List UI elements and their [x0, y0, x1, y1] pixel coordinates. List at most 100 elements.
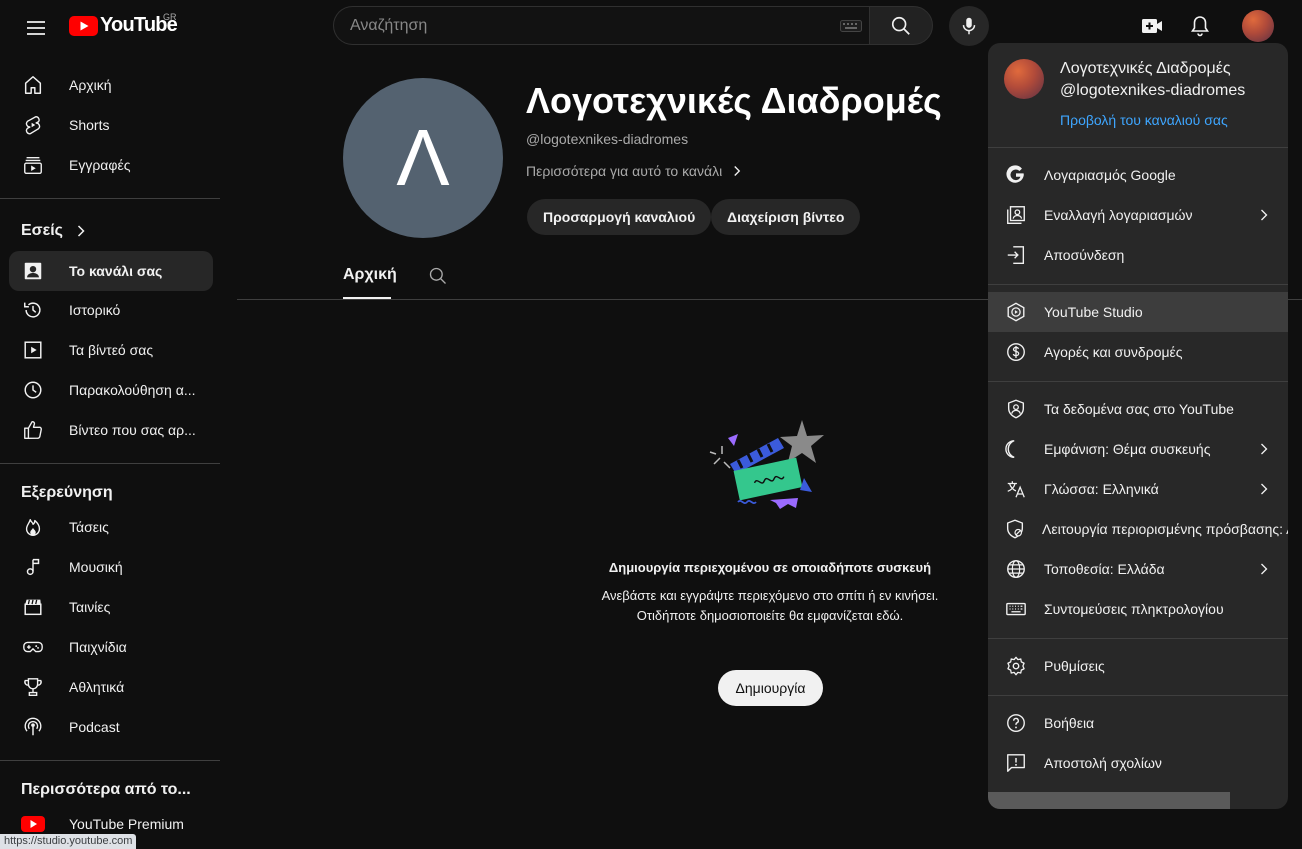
sidebar-item-trending[interactable]: Τάσεις — [9, 507, 213, 547]
account-handle: @logotexnikes-diadromes — [1060, 82, 1246, 99]
channel-avatar-letter: Λ — [396, 113, 450, 202]
switch-account-icon — [1007, 206, 1025, 224]
sidebar-heading-label: Περισσότερα από το... — [21, 781, 191, 798]
sidebar-item-your-channel[interactable]: Το κανάλι σας — [9, 251, 213, 291]
bell-icon — [1191, 16, 1209, 37]
sidebar-item-gaming[interactable]: Παιχνίδια — [9, 627, 213, 667]
youtube-studio-icon — [1007, 302, 1025, 322]
shorts-icon — [25, 116, 41, 135]
menu-item-keyboard-shortcuts[interactable]: Συντομεύσεις πληκτρολογίου — [988, 589, 1288, 629]
movies-icon — [24, 599, 42, 616]
create-content-illustration — [709, 420, 824, 509]
sidebar-divider — [0, 198, 220, 199]
sidebar-item-shorts[interactable]: Shorts — [9, 105, 213, 145]
chevron-right-icon — [734, 166, 741, 176]
sidebar-divider — [0, 760, 220, 761]
create-button[interactable] — [1132, 6, 1172, 46]
create-button[interactable]: Δημιουργία — [718, 670, 823, 706]
search-box[interactable] — [333, 6, 870, 45]
account-menu: Λογοτεχνικές Διαδρομές @logotexnikes-dia… — [988, 43, 1288, 809]
sidebar-item-label: YouTube Premium — [69, 816, 184, 832]
sports-icon — [24, 678, 42, 696]
search-icon[interactable] — [428, 266, 448, 286]
keyboard-icon[interactable] — [840, 20, 862, 32]
menu-item-language[interactable]: Γλώσσα: Ελληνικά — [988, 469, 1288, 509]
menu-item-label: Λειτουργία περιορισμένης πρόσβασης: Ανεν… — [1042, 521, 1288, 537]
menu-item-label: Εναλλαγή λογαριασμών — [1044, 207, 1193, 223]
empty-state-body: Ανεβάστε και εγγράψτε περιεχόμενο στο σπ… — [601, 588, 939, 623]
menu-item-help[interactable]: Βοήθεια — [988, 703, 1288, 743]
menu-item-label: Συντομεύσεις πληκτρολογίου — [1044, 601, 1224, 617]
sidebar-heading-you[interactable]: Εσείς — [21, 221, 91, 241]
menu-divider — [988, 381, 1288, 382]
menu-item-label: Βοήθεια — [1044, 715, 1095, 731]
channel-more-link[interactable]: Περισσότερα για αυτό το κανάλι — [526, 162, 746, 180]
sidebar-item-home[interactable]: Αρχική — [9, 65, 213, 105]
menu-divider — [988, 695, 1288, 696]
help-icon — [1007, 714, 1025, 732]
sidebar-item-liked-videos[interactable]: Βίντεο που σας αρ... — [9, 410, 213, 450]
sidebar-item-label: Shorts — [69, 117, 110, 133]
tab-home[interactable]: Αρχική — [343, 266, 397, 284]
menu-item-google-account[interactable]: Λογαριασμός Google — [988, 155, 1288, 195]
notifications-button[interactable] — [1180, 6, 1220, 46]
moon-icon — [1005, 440, 1015, 458]
menu-item-appearance[interactable]: Εμφάνιση: Θέμα συσκευής — [988, 429, 1288, 469]
google-icon — [1006, 165, 1024, 183]
menu-scrollbar[interactable] — [988, 792, 1230, 809]
youtube-logo[interactable]: YouTube GR — [69, 12, 178, 37]
feedback-icon — [1007, 754, 1025, 772]
menu-item-youtube-studio[interactable]: YouTube Studio — [988, 292, 1288, 332]
sidebar-divider — [0, 463, 220, 464]
menu-item-label: Τα δεδομένα σας στο YouTube — [1044, 401, 1234, 417]
chevron-right-icon — [1261, 563, 1268, 575]
sidebar-item-label: Το κανάλι σας — [69, 263, 163, 279]
search-input[interactable] — [334, 7, 870, 44]
sidebar-heading-explore: Εξερεύνηση — [21, 484, 113, 502]
menu-item-sign-out[interactable]: Αποσύνδεση — [988, 235, 1288, 275]
sidebar-item-sports[interactable]: Αθλητικά — [9, 667, 213, 707]
sidebar-heading-more-from-youtube: Περισσότερα από το... — [21, 781, 191, 799]
sidebar-item-your-videos[interactable]: Τα βίντεό σας — [9, 330, 213, 370]
channel-avatar[interactable]: Λ — [343, 78, 503, 238]
chevron-right-icon — [1261, 209, 1268, 221]
menu-divider — [988, 638, 1288, 639]
sidebar-item-music[interactable]: Μουσική — [9, 547, 213, 587]
sidebar-item-label: Podcast — [69, 719, 120, 735]
sidebar-item-subscriptions[interactable]: Εγγραφές — [9, 145, 213, 185]
menu-item-label: Ρυθμίσεις — [1044, 658, 1105, 674]
manage-videos-button[interactable]: Διαχείριση βίντεο — [711, 199, 861, 235]
sidebar-item-movies[interactable]: Ταινίες — [9, 587, 213, 627]
sidebar-item-watch-later[interactable]: Παρακολούθηση α... — [9, 370, 213, 410]
subscriptions-icon — [24, 156, 42, 174]
create-icon — [1142, 19, 1162, 33]
menu-item-label: Λογαριασμός Google — [1044, 167, 1176, 183]
sidebar-item-history[interactable]: Ιστορικό — [9, 290, 213, 330]
menu-item-location[interactable]: Τοποθεσία: Ελλάδα — [988, 549, 1288, 589]
menu-item-purchases[interactable]: Αγορές και συνδρομές — [988, 332, 1288, 372]
mic-icon — [962, 17, 976, 35]
sidebar-item-label: Ιστορικό — [69, 302, 121, 318]
menu-item-restricted-mode[interactable]: Λειτουργία περιορισμένης πρόσβασης: Ανεν… — [988, 509, 1288, 549]
menu-item-settings[interactable]: Ρυθμίσεις — [988, 646, 1288, 686]
menu-item-label: Εμφάνιση: Θέμα συσκευής — [1044, 441, 1211, 457]
voice-search-button[interactable] — [949, 6, 989, 46]
customize-channel-button[interactable]: Προσαρμογή καναλιού — [527, 199, 712, 235]
menu-item-label: YouTube Studio — [1044, 304, 1143, 320]
sidebar-item-label: Τάσεις — [69, 519, 109, 535]
channel-name: Λογοτεχνικές Διαδρομές — [526, 80, 942, 121]
menu-item-switch-account[interactable]: Εναλλαγή λογαριασμών — [988, 195, 1288, 235]
sidebar-item-podcasts[interactable]: Podcast — [9, 707, 213, 747]
search-button[interactable] — [869, 6, 933, 45]
view-channel-link[interactable]: Προβολή του καναλιού σας — [1060, 112, 1228, 128]
avatar — [1004, 59, 1044, 99]
menu-item-send-feedback[interactable]: Αποστολή σχολίων — [988, 743, 1288, 783]
menu-item-your-data[interactable]: Τα δεδομένα σας στο YouTube — [988, 389, 1288, 429]
sidebar-item-label: Εγγραφές — [69, 157, 131, 173]
sidebar: Αρχική Shorts Εγγραφές Εσείς Το κανάλι σ… — [0, 56, 232, 849]
sidebar-item-label: Παιχνίδια — [69, 639, 127, 655]
avatar[interactable] — [1242, 10, 1274, 42]
gaming-icon — [23, 641, 43, 653]
menu-button[interactable] — [16, 8, 56, 48]
channel-more-label: Περισσότερα για αυτό το κανάλι — [526, 163, 723, 179]
